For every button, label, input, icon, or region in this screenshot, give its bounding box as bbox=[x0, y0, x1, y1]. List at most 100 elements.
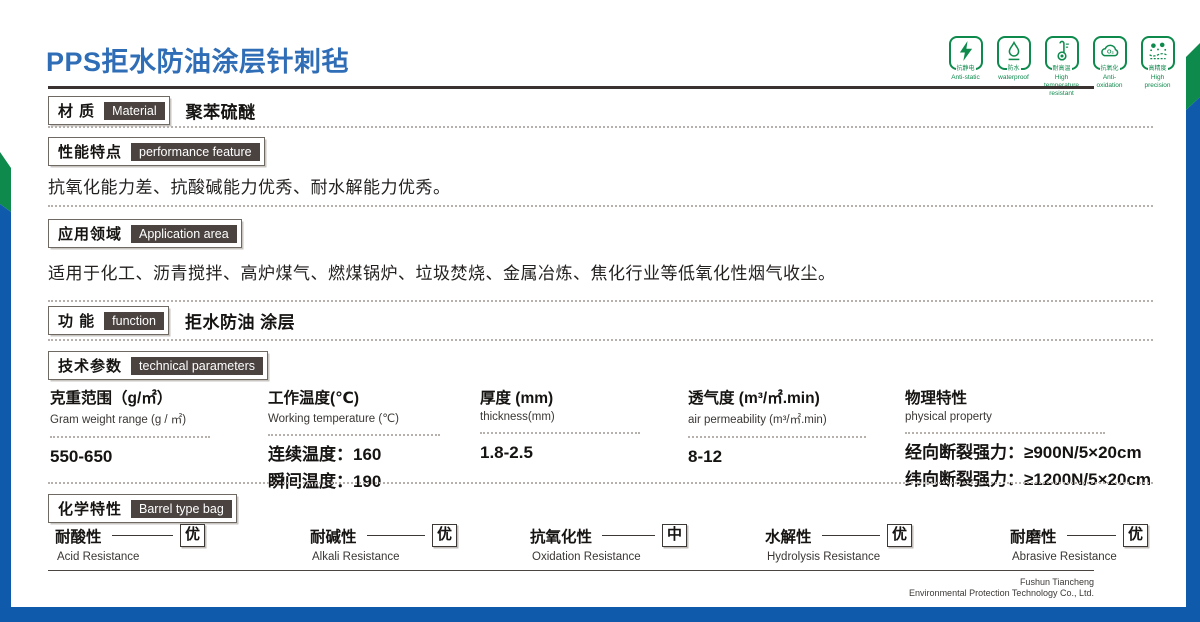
divider bbox=[480, 432, 640, 434]
connector-line bbox=[367, 535, 425, 536]
divider bbox=[688, 436, 866, 438]
technical-label-chip: 技术参数 technical parameters bbox=[48, 351, 268, 380]
param-en: Working temperature (℃) bbox=[268, 411, 480, 425]
connector-line bbox=[822, 535, 880, 536]
material-label-en: Material bbox=[104, 102, 164, 120]
chem-en: Abrasive Resistance bbox=[1010, 551, 1148, 563]
function-label-en: function bbox=[104, 312, 164, 330]
divider bbox=[48, 300, 1153, 302]
thermometer-icon bbox=[1049, 38, 1075, 69]
badge-en-label: waterproof bbox=[994, 74, 1033, 82]
lightning-icon bbox=[953, 38, 979, 69]
material-label-chip: 材 质 Material bbox=[48, 96, 170, 125]
application-label-cn: 应用领域 bbox=[49, 223, 131, 244]
chem-en: Alkali Resistance bbox=[310, 551, 457, 563]
badge-high-precision: 高精度 High precision bbox=[1138, 36, 1177, 97]
chem-en: Hydrolysis Resistance bbox=[765, 551, 912, 563]
connector-line bbox=[1067, 535, 1116, 536]
chem-oxidation-resistance: 抗氧化性 中 Oxidation Resistance bbox=[530, 524, 687, 563]
chemical-label-en: Barrel type bag bbox=[131, 500, 232, 518]
page-title: PPS拒水防油涂层针刺毡 bbox=[46, 40, 349, 79]
performance-text: 抗氧化能力差、抗酸碱能力优秀、耐水解能力优秀。 bbox=[48, 173, 451, 198]
divider bbox=[48, 126, 1153, 128]
chem-cn: 耐酸性 bbox=[55, 525, 102, 547]
precision-dots-icon bbox=[1145, 38, 1171, 69]
company-line1: Fushun Tiancheng bbox=[909, 577, 1094, 588]
performance-label-cn: 性能特点 bbox=[49, 141, 131, 162]
badge-cn-label: 防水 bbox=[1006, 66, 1020, 72]
divider bbox=[48, 339, 1153, 341]
section-performance: 性能特点 performance feature bbox=[48, 137, 265, 166]
rating-badge: 优 bbox=[180, 524, 205, 547]
section-technical: 技术参数 technical parameters bbox=[48, 351, 268, 380]
chem-en: Acid Resistance bbox=[55, 551, 205, 563]
badge-en-label: Anti-static bbox=[946, 74, 985, 82]
rating-badge: 优 bbox=[432, 524, 457, 547]
param-cn: 克重范围（g/㎡） bbox=[50, 386, 268, 408]
rating-badge: 优 bbox=[887, 524, 912, 547]
connector-line bbox=[602, 535, 655, 536]
waterdrop-icon bbox=[1001, 38, 1027, 69]
badge-en-label: High precision bbox=[1138, 74, 1177, 90]
technical-label-cn: 技术参数 bbox=[49, 355, 131, 376]
section-material: 材 质 Material 聚苯硫醚 bbox=[48, 96, 256, 125]
chem-cn: 耐碱性 bbox=[310, 525, 357, 547]
param-value: 经向断裂强力：≥900N/5×20cm bbox=[905, 442, 1165, 465]
cloud-o2-icon: O₂ bbox=[1097, 38, 1123, 69]
divider bbox=[268, 434, 440, 436]
rating-badge: 中 bbox=[662, 524, 687, 547]
function-value: 拒水防油 涂层 bbox=[185, 308, 295, 333]
header-rule bbox=[48, 86, 1094, 89]
application-label-chip: 应用领域 Application area bbox=[48, 219, 242, 248]
technical-label-en: technical parameters bbox=[131, 357, 263, 375]
chem-cn: 抗氧化性 bbox=[530, 525, 592, 547]
application-text: 适用于化工、沥青搅拌、高炉煤气、燃煤锅炉、垃圾焚烧、金属冶炼、焦化行业等低氧化性… bbox=[48, 259, 836, 284]
badge-en-label: Anti-oxidation bbox=[1090, 74, 1129, 90]
param-value: 纬向断裂强力：≥1200N/5×20cm bbox=[905, 469, 1165, 492]
section-chemical: 化学特性 Barrel type bag bbox=[48, 494, 237, 523]
divider bbox=[905, 432, 1105, 434]
param-working-temperature: 工作温度(℃) Working temperature (℃) 连续温度：160… bbox=[268, 386, 480, 494]
param-value: 550-650 bbox=[50, 446, 268, 469]
param-air-permeability: 透气度 (m³/㎡.min) air permeability (m³/㎡.mi… bbox=[688, 386, 905, 494]
param-value: 1.8-2.5 bbox=[480, 442, 688, 465]
badge-cn-label: 抗静电 bbox=[955, 66, 975, 72]
svg-text:O₂: O₂ bbox=[1106, 49, 1113, 55]
param-cn: 厚度 (mm) bbox=[480, 386, 688, 408]
chem-hydrolysis-resistance: 水解性 优 Hydrolysis Resistance bbox=[765, 524, 912, 563]
param-en: Gram weight range (g / ㎡) bbox=[50, 411, 268, 427]
chem-en: Oxidation Resistance bbox=[530, 551, 687, 563]
param-thickness: 厚度 (mm) thickness(mm) 1.8-2.5 bbox=[480, 386, 688, 494]
chem-cn: 耐磨性 bbox=[1010, 525, 1057, 547]
function-label-chip: 功 能 function bbox=[48, 306, 169, 335]
footer-rule bbox=[48, 570, 1094, 571]
param-value: 连续温度：160 bbox=[268, 444, 480, 467]
param-cn: 透气度 (m³/㎡.min) bbox=[688, 386, 905, 408]
chemical-properties-row: 耐酸性 优 Acid Resistance 耐碱性 优 Alkali Resis… bbox=[0, 524, 1200, 576]
company-line2: Environmental Protection Technology Co.,… bbox=[909, 588, 1094, 599]
chemical-label-chip: 化学特性 Barrel type bag bbox=[48, 494, 237, 523]
divider bbox=[48, 205, 1153, 207]
technical-parameters-grid: 克重范围（g/㎡） Gram weight range (g / ㎡) 550-… bbox=[50, 386, 1170, 494]
param-cn: 物理特性 bbox=[905, 386, 1165, 408]
function-label-cn: 功 能 bbox=[49, 310, 104, 331]
param-en: thickness(mm) bbox=[480, 411, 688, 423]
badge-anti-oxidation: O₂ 抗氧化 Anti-oxidation bbox=[1090, 36, 1129, 97]
chem-alkali-resistance: 耐碱性 优 Alkali Resistance bbox=[310, 524, 457, 563]
divider bbox=[50, 436, 210, 438]
param-en: air permeability (m³/㎡.min) bbox=[688, 411, 905, 427]
badge-cn-label: 耐高温 bbox=[1051, 66, 1071, 72]
section-function: 功 能 function 拒水防油 涂层 bbox=[48, 306, 295, 335]
chemical-label-cn: 化学特性 bbox=[49, 498, 131, 519]
chem-abrasive-resistance: 耐磨性 优 Abrasive Resistance bbox=[1010, 524, 1148, 563]
material-label-cn: 材 质 bbox=[49, 100, 104, 121]
chem-cn: 水解性 bbox=[765, 525, 812, 547]
application-label-en: Application area bbox=[131, 225, 237, 243]
section-application: 应用领域 Application area bbox=[48, 219, 242, 248]
divider bbox=[48, 482, 1153, 484]
badge-cn-label: 高精度 bbox=[1147, 66, 1167, 72]
product-datasheet-page: PPS拒水防油涂层针刺毡 抗静电 Anti-static 防水 bbox=[0, 0, 1200, 622]
param-en: physical property bbox=[905, 411, 1165, 423]
performance-label-en: performance feature bbox=[131, 143, 260, 161]
chem-acid-resistance: 耐酸性 优 Acid Resistance bbox=[55, 524, 205, 563]
